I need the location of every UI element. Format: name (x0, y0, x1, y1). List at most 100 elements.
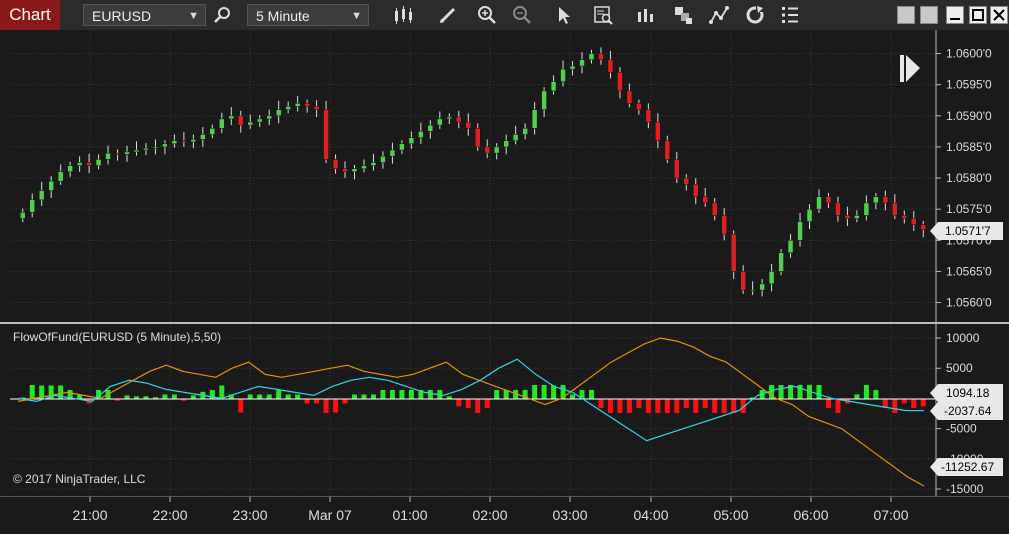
histogram-bar (276, 390, 282, 399)
histogram-bar (721, 399, 727, 413)
instrument-selector[interactable]: EURUSD ▼ (83, 4, 206, 26)
histogram-bar (626, 399, 632, 413)
indicator-value-2-marker: -2037.64 (930, 402, 1003, 420)
candle (579, 52, 585, 74)
chart-tab[interactable]: Chart (0, 0, 60, 30)
candle (617, 67, 623, 99)
candle (465, 113, 472, 136)
pencil-icon[interactable] (437, 4, 459, 26)
close-icon (993, 9, 1005, 21)
candle (474, 123, 481, 151)
histogram-bar (588, 390, 594, 399)
restore-button[interactable] (897, 6, 915, 24)
candle (911, 211, 917, 231)
candle (882, 190, 889, 211)
time-tick-label: 07:00 (873, 507, 908, 523)
candle (67, 161, 73, 177)
histogram-bar (541, 385, 547, 399)
candle (503, 134, 509, 155)
zoom-out-icon[interactable] (511, 4, 533, 26)
histogram-bar (352, 394, 358, 399)
candle (721, 207, 727, 241)
candle (835, 196, 841, 222)
histogram-bar (427, 390, 433, 399)
candle (380, 151, 386, 169)
candle (285, 101, 291, 114)
candle (702, 188, 708, 207)
histogram-bar (551, 385, 557, 399)
copyright-text: © 2017 NinjaTrader, LLC (13, 472, 146, 486)
price-chart[interactable]: 1.0600'0 1.0595'0 1.0590'0 1.0585'0 1.0580'0… (0, 30, 1009, 322)
candle (901, 210, 908, 224)
histogram-bar (607, 399, 613, 413)
chart-toolbar: Chart EURUSD ▼ 5 Minute ▼ (0, 0, 1009, 31)
histogram-bar (304, 399, 310, 404)
maximize-button[interactable] (969, 6, 987, 24)
candle (313, 100, 320, 118)
candle (143, 143, 149, 156)
current-price-label: 1.0571'7 (945, 224, 991, 238)
time-tick-label: 05:00 (713, 507, 748, 523)
timeframe-selector[interactable]: 5 Minute ▼ (247, 4, 369, 26)
histogram-bar (190, 395, 196, 399)
drawing-tools-icon[interactable] (708, 4, 730, 26)
indicator-tick-label: 5000 (946, 361, 973, 375)
histogram-bar (825, 399, 831, 408)
candle (76, 156, 83, 172)
bar-spacing-icon[interactable] (634, 4, 656, 26)
bar-type-icon[interactable] (392, 4, 414, 26)
histogram-bar (29, 385, 35, 399)
search-icon[interactable] (212, 4, 234, 26)
candle (512, 125, 519, 145)
candle (778, 249, 784, 276)
candle (95, 154, 102, 170)
indicator-value-3: -11252.67 (941, 460, 994, 474)
candle (342, 161, 348, 179)
chart-style-icon[interactable] (672, 4, 694, 26)
minimize-button[interactable] (946, 6, 964, 24)
time-axis-ticks: 21:00 22:00 23:00 Mar 07 01:00 02:00 03:00 04:0… (72, 497, 909, 523)
candle (598, 47, 604, 65)
indicator-tick-label: -5000 (946, 422, 977, 436)
histogram-bar (171, 394, 177, 399)
histogram-bar (219, 385, 225, 399)
time-axis[interactable]: 21:00 22:00 23:00 Mar 07 01:00 02:00 03:00 04:0… (0, 496, 1009, 529)
candle (48, 176, 54, 198)
zoom-in-icon[interactable] (476, 4, 498, 26)
data-box-icon[interactable] (592, 4, 614, 26)
properties-icon[interactable] (779, 4, 801, 26)
candle (541, 87, 547, 118)
histogram-bar (854, 394, 860, 399)
price-panel[interactable]: 1.0600'0 1.0595'0 1.0590'0 1.0585'0 1.0580'0… (0, 30, 1009, 322)
candle (749, 281, 756, 296)
candle (740, 265, 746, 294)
pointer-icon[interactable] (553, 4, 575, 26)
candle (418, 122, 424, 144)
candle (920, 221, 927, 238)
indicator-value-1: 1094.18 (946, 386, 990, 400)
price-tick-label: 1.0585'0 (946, 140, 992, 154)
candle (114, 149, 121, 161)
close-button[interactable] (990, 6, 1008, 24)
histogram-bar (342, 399, 348, 404)
histogram-bar (124, 395, 130, 399)
candle (636, 99, 642, 115)
refresh-icon[interactable] (744, 4, 766, 26)
candle (645, 103, 652, 129)
candle (607, 51, 614, 79)
candle (768, 263, 775, 292)
scroll-end-icon[interactable] (900, 55, 920, 82)
histogram-bar (636, 399, 642, 408)
indicator-chart[interactable]: 100005000-5000-10000-15000 1094.18 -2037… (0, 324, 1009, 496)
restore2-button[interactable] (920, 6, 938, 24)
histogram-bar (314, 399, 320, 404)
candle (19, 208, 26, 223)
indicator-panel[interactable]: 100005000-5000-10000-15000 1094.18 -2037… (0, 324, 1009, 496)
price-tick-label: 1.0565'0 (946, 264, 992, 278)
histogram-bar (295, 394, 301, 399)
histogram-bar (162, 394, 168, 399)
histogram-bar (333, 399, 339, 413)
candle (626, 83, 633, 108)
candle (181, 131, 187, 147)
histogram-bar (247, 394, 253, 399)
